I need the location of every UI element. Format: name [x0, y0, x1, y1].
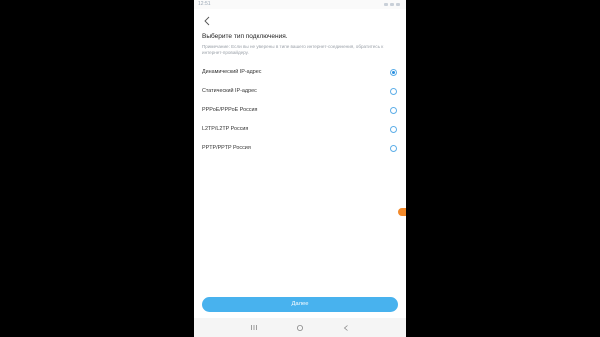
- next-button[interactable]: Далее: [202, 297, 398, 312]
- signal-icon: [384, 2, 388, 6]
- status-bar: 12:51: [194, 0, 406, 9]
- radio-button[interactable]: [390, 126, 397, 133]
- option-label: Динамический IP-адрес: [202, 69, 262, 75]
- hint-text: Примечание: Если вы не уверены в типе ва…: [202, 44, 384, 55]
- option-label: PPPoE/PPPoE Россия: [202, 107, 258, 113]
- option-pppoe[interactable]: PPPoE/PPPoE Россия: [194, 102, 406, 121]
- battery-icon: [396, 2, 400, 6]
- chevron-left-icon: [204, 16, 210, 26]
- radio-button[interactable]: [390, 88, 397, 95]
- back-icon: [343, 324, 348, 331]
- nav-back-button[interactable]: [340, 323, 352, 332]
- option-label: Статический IP-адрес: [202, 88, 257, 94]
- option-static-ip[interactable]: Статический IP-адрес: [194, 83, 406, 102]
- wifi-icon: [390, 2, 394, 6]
- option-pptp[interactable]: PPTP/PPTP Россия: [194, 140, 406, 159]
- recent-apps-icon: [251, 325, 257, 330]
- radio-button[interactable]: [390, 107, 397, 114]
- status-icons: [384, 2, 402, 6]
- system-nav-bar: [194, 318, 406, 337]
- recent-apps-button[interactable]: [248, 323, 260, 332]
- phone-screen: 12:51 Выберите тип подключения. Примечан…: [194, 0, 406, 337]
- floating-assistant-dot[interactable]: [398, 208, 406, 216]
- option-l2tp[interactable]: L2TP/L2TP Россия: [194, 121, 406, 140]
- option-label: PPTP/PPTP Россия: [202, 145, 251, 151]
- radio-button-selected[interactable]: [390, 69, 397, 76]
- home-button[interactable]: [294, 323, 306, 332]
- status-time: 12:51: [198, 1, 211, 7]
- home-icon: [297, 324, 303, 331]
- radio-button[interactable]: [390, 145, 397, 152]
- page-title: Выберите тип подключения.: [202, 33, 288, 40]
- back-button[interactable]: [200, 14, 214, 28]
- option-label: L2TP/L2TP Россия: [202, 126, 249, 132]
- option-dynamic-ip[interactable]: Динамический IP-адрес: [194, 64, 406, 83]
